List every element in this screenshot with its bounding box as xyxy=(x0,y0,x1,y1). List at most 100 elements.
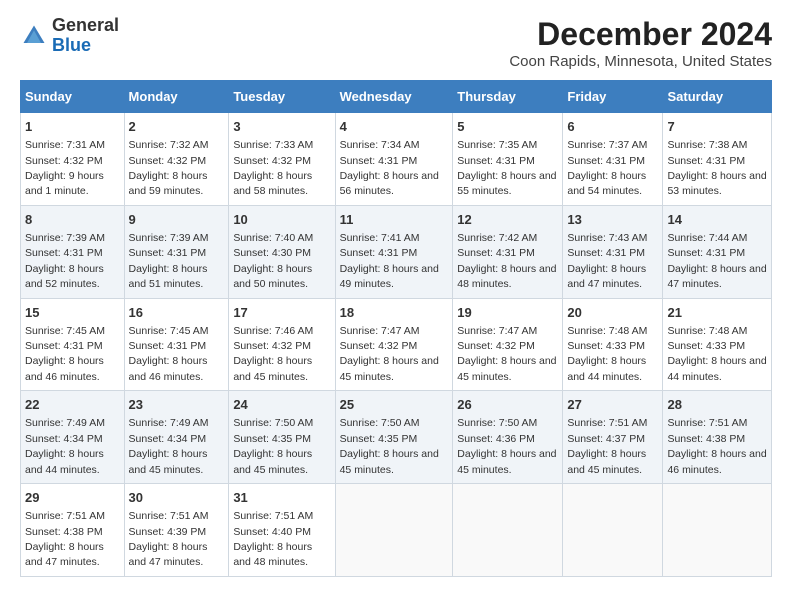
day-number: 17 xyxy=(233,304,330,322)
calendar-header-row: Sunday Monday Tuesday Wednesday Thursday… xyxy=(21,81,772,113)
day-number: 25 xyxy=(340,396,449,414)
table-row xyxy=(335,484,453,577)
table-row: 7 Sunrise: 7:38 AM Sunset: 4:31 PM Dayli… xyxy=(663,113,772,206)
sunset-info: Sunset: 4:31 PM xyxy=(567,247,645,259)
table-row: 9 Sunrise: 7:39 AM Sunset: 4:31 PM Dayli… xyxy=(124,205,229,298)
sunrise-info: Sunrise: 7:38 AM xyxy=(667,139,747,151)
table-row xyxy=(663,484,772,577)
day-number: 16 xyxy=(129,304,225,322)
table-row: 16 Sunrise: 7:45 AM Sunset: 4:31 PM Dayl… xyxy=(124,298,229,391)
daylight-info: Daylight: 8 hours and 58 minutes. xyxy=(233,170,312,197)
sunset-info: Sunset: 4:30 PM xyxy=(233,247,311,259)
day-number: 29 xyxy=(25,489,120,507)
day-number: 23 xyxy=(129,396,225,414)
table-row: 13 Sunrise: 7:43 AM Sunset: 4:31 PM Dayl… xyxy=(563,205,663,298)
sunrise-info: Sunrise: 7:41 AM xyxy=(340,232,420,244)
sunrise-info: Sunrise: 7:43 AM xyxy=(567,232,647,244)
logo-icon xyxy=(20,22,48,50)
sunset-info: Sunset: 4:31 PM xyxy=(457,155,535,167)
sunset-info: Sunset: 4:39 PM xyxy=(129,526,207,538)
daylight-info: Daylight: 8 hours and 45 minutes. xyxy=(340,448,439,475)
sunset-info: Sunset: 4:31 PM xyxy=(129,247,207,259)
sunrise-info: Sunrise: 7:51 AM xyxy=(233,510,313,522)
daylight-info: Daylight: 8 hours and 45 minutes. xyxy=(457,355,556,382)
daylight-info: Daylight: 8 hours and 51 minutes. xyxy=(129,263,208,290)
day-number: 4 xyxy=(340,118,449,136)
daylight-info: Daylight: 8 hours and 59 minutes. xyxy=(129,170,208,197)
sunset-info: Sunset: 4:35 PM xyxy=(233,433,311,445)
sunrise-info: Sunrise: 7:39 AM xyxy=(129,232,209,244)
sunset-info: Sunset: 4:38 PM xyxy=(667,433,745,445)
sunset-info: Sunset: 4:31 PM xyxy=(667,155,745,167)
daylight-info: Daylight: 8 hours and 46 minutes. xyxy=(129,355,208,382)
table-row: 10 Sunrise: 7:40 AM Sunset: 4:30 PM Dayl… xyxy=(229,205,335,298)
daylight-info: Daylight: 8 hours and 53 minutes. xyxy=(667,170,766,197)
subtitle: Coon Rapids, Minnesota, United States xyxy=(509,53,772,70)
table-row: 3 Sunrise: 7:33 AM Sunset: 4:32 PM Dayli… xyxy=(229,113,335,206)
sunrise-info: Sunrise: 7:35 AM xyxy=(457,139,537,151)
daylight-info: Daylight: 8 hours and 50 minutes. xyxy=(233,263,312,290)
logo-line2: Blue xyxy=(52,36,119,56)
table-row: 30 Sunrise: 7:51 AM Sunset: 4:39 PM Dayl… xyxy=(124,484,229,577)
day-number: 5 xyxy=(457,118,558,136)
day-number: 30 xyxy=(129,489,225,507)
sunset-info: Sunset: 4:35 PM xyxy=(340,433,418,445)
table-row: 1 Sunrise: 7:31 AM Sunset: 4:32 PM Dayli… xyxy=(21,113,125,206)
day-number: 14 xyxy=(667,211,767,229)
title-block: December 2024 Coon Rapids, Minnesota, Un… xyxy=(509,16,772,70)
day-number: 9 xyxy=(129,211,225,229)
page-header: General Blue December 2024 Coon Rapids, … xyxy=(20,16,772,70)
sunset-info: Sunset: 4:32 PM xyxy=(25,155,103,167)
daylight-info: Daylight: 8 hours and 44 minutes. xyxy=(567,355,646,382)
table-row: 21 Sunrise: 7:48 AM Sunset: 4:33 PM Dayl… xyxy=(663,298,772,391)
sunset-info: Sunset: 4:36 PM xyxy=(457,433,535,445)
sunset-info: Sunset: 4:40 PM xyxy=(233,526,311,538)
sunrise-info: Sunrise: 7:34 AM xyxy=(340,139,420,151)
day-number: 21 xyxy=(667,304,767,322)
sunrise-info: Sunrise: 7:51 AM xyxy=(25,510,105,522)
calendar-week-row: 1 Sunrise: 7:31 AM Sunset: 4:32 PM Dayli… xyxy=(21,113,772,206)
sunrise-info: Sunrise: 7:51 AM xyxy=(567,417,647,429)
day-number: 13 xyxy=(567,211,658,229)
day-number: 19 xyxy=(457,304,558,322)
sunset-info: Sunset: 4:32 PM xyxy=(340,340,418,352)
day-number: 3 xyxy=(233,118,330,136)
sunrise-info: Sunrise: 7:46 AM xyxy=(233,325,313,337)
daylight-info: Daylight: 8 hours and 46 minutes. xyxy=(25,355,104,382)
table-row: 12 Sunrise: 7:42 AM Sunset: 4:31 PM Dayl… xyxy=(453,205,563,298)
sunset-info: Sunset: 4:34 PM xyxy=(25,433,103,445)
table-row: 19 Sunrise: 7:47 AM Sunset: 4:32 PM Dayl… xyxy=(453,298,563,391)
day-number: 1 xyxy=(25,118,120,136)
col-saturday: Saturday xyxy=(663,81,772,113)
sunrise-info: Sunrise: 7:44 AM xyxy=(667,232,747,244)
sunrise-info: Sunrise: 7:45 AM xyxy=(129,325,209,337)
sunset-info: Sunset: 4:31 PM xyxy=(457,247,535,259)
sunrise-info: Sunrise: 7:50 AM xyxy=(340,417,420,429)
sunset-info: Sunset: 4:31 PM xyxy=(340,247,418,259)
daylight-info: Daylight: 8 hours and 44 minutes. xyxy=(667,355,766,382)
daylight-info: Daylight: 8 hours and 49 minutes. xyxy=(340,263,439,290)
table-row: 29 Sunrise: 7:51 AM Sunset: 4:38 PM Dayl… xyxy=(21,484,125,577)
day-number: 10 xyxy=(233,211,330,229)
logo-line1: General xyxy=(52,16,119,36)
day-number: 31 xyxy=(233,489,330,507)
daylight-info: Daylight: 8 hours and 47 minutes. xyxy=(129,541,208,568)
day-number: 11 xyxy=(340,211,449,229)
table-row xyxy=(453,484,563,577)
table-row: 20 Sunrise: 7:48 AM Sunset: 4:33 PM Dayl… xyxy=(563,298,663,391)
calendar-week-row: 29 Sunrise: 7:51 AM Sunset: 4:38 PM Dayl… xyxy=(21,484,772,577)
sunset-info: Sunset: 4:32 PM xyxy=(129,155,207,167)
sunrise-info: Sunrise: 7:37 AM xyxy=(567,139,647,151)
sunset-info: Sunset: 4:31 PM xyxy=(25,340,103,352)
daylight-info: Daylight: 8 hours and 48 minutes. xyxy=(233,541,312,568)
table-row: 8 Sunrise: 7:39 AM Sunset: 4:31 PM Dayli… xyxy=(21,205,125,298)
table-row xyxy=(563,484,663,577)
day-number: 6 xyxy=(567,118,658,136)
sunrise-info: Sunrise: 7:49 AM xyxy=(129,417,209,429)
table-row: 2 Sunrise: 7:32 AM Sunset: 4:32 PM Dayli… xyxy=(124,113,229,206)
col-thursday: Thursday xyxy=(453,81,563,113)
daylight-info: Daylight: 8 hours and 54 minutes. xyxy=(567,170,646,197)
sunset-info: Sunset: 4:32 PM xyxy=(233,155,311,167)
sunset-info: Sunset: 4:31 PM xyxy=(667,247,745,259)
daylight-info: Daylight: 8 hours and 56 minutes. xyxy=(340,170,439,197)
